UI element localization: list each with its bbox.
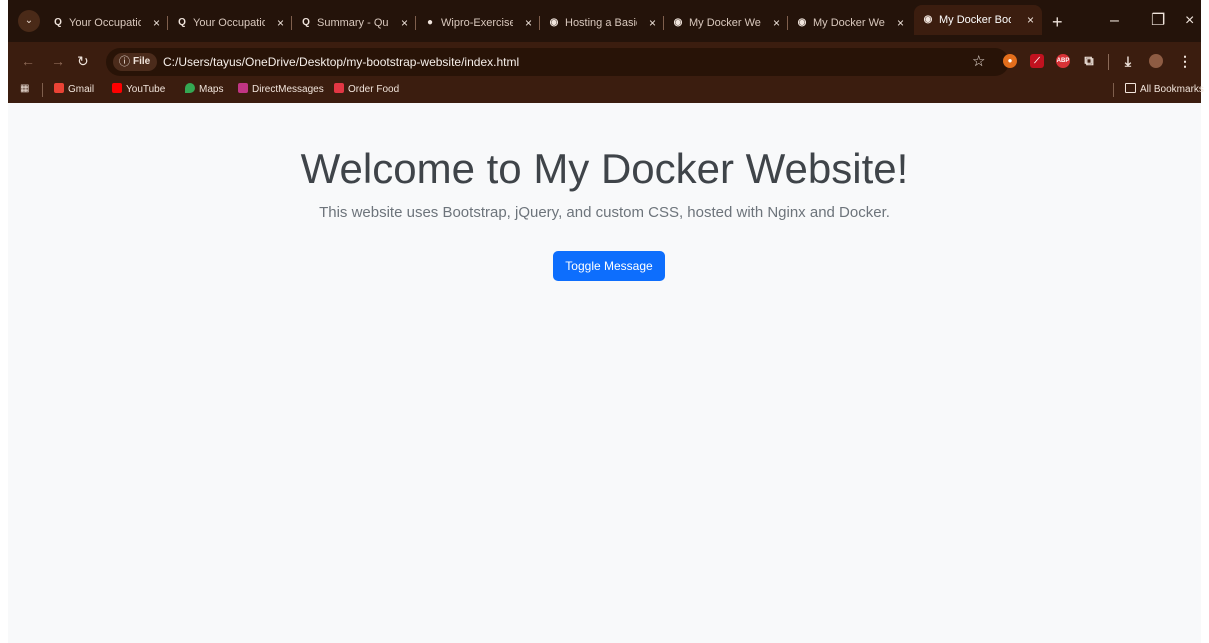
tab-title: My Docker Boot [939,14,1011,26]
download-icon[interactable]: ⤓ [1121,54,1135,68]
bookmark-label: Maps [199,84,224,95]
bookmark-separator [42,83,43,97]
info-icon: ⓘ [119,56,130,68]
tab-close-icon[interactable]: × [401,11,408,35]
close-window-icon[interactable]: × [1185,13,1194,29]
globe-icon: ◉ [549,17,559,28]
forward-arrow-icon[interactable]: → [51,53,65,69]
tab-search-chevron-down-icon[interactable]: ⌄ [18,10,40,32]
folder-icon [1125,83,1136,93]
extensions-puzzle-icon[interactable]: ⧉ [1082,54,1096,68]
profile-avatar[interactable] [1149,54,1163,68]
address-bar[interactable]: ⓘ File C:/Users/tayus/OneDrive/Desktop/m… [106,48,1009,76]
tab-strip: ⌄ Q Your Occupation × Q Your Occupation … [8,0,1201,42]
page-subtitle: This website uses Bootstrap, jQuery, and… [319,204,890,221]
tab[interactable]: Q Your Occupation × [168,11,292,35]
tab-close-icon[interactable]: × [897,11,904,35]
toolbar-separator [1108,54,1109,70]
bookmark-order-food[interactable]: Order Food [334,80,399,100]
tab-title: Your Occupation [193,17,265,29]
tab-close-icon[interactable]: × [525,11,532,35]
tab-close-icon[interactable]: × [277,11,284,35]
tab[interactable]: Q Summary - Quiz × [292,11,416,35]
site-info-chip[interactable]: ⓘ File [113,53,157,71]
bookmark-directmessages[interactable]: DirectMessages [238,80,324,100]
maps-icon [185,83,195,93]
url-text[interactable]: C:/Users/tayus/OneDrive/Desktop/my-boots… [163,48,519,76]
extension-fox-icon[interactable]: ● [1003,54,1017,68]
tab[interactable]: ◉ My Docker Web × [788,11,912,35]
apps-grid-icon[interactable]: ▦ [20,82,34,96]
tab[interactable]: Q Your Occupation × [44,11,168,35]
minimize-icon[interactable]: – [1110,13,1119,29]
browser-window: ⌄ Q Your Occupation × Q Your Occupation … [0,0,1209,643]
tab-title: My Docker Web [813,17,885,29]
restore-icon[interactable]: ❐ [1151,13,1165,29]
youtube-icon [112,83,122,93]
tab-title: Hosting a Basic W [565,17,637,29]
bookmarks-bar: ▦ Gmail YouTube Maps DirectMessages Orde… [8,80,1204,100]
tab-title: Wipro-Exercises [441,17,513,29]
bookmark-label: Order Food [348,84,400,95]
bookmark-star-icon[interactable]: ☆ [972,53,985,71]
extension-tool-icon[interactable]: ⟋ [1030,54,1044,68]
tab[interactable]: ◉ My Docker Web × [664,11,788,35]
tab-title: Your Occupation [69,17,141,29]
instagram-icon [238,83,248,93]
globe-icon: ◉ [673,17,683,28]
tab-close-icon[interactable]: × [1027,5,1034,35]
tab-title: Summary - Quiz [317,17,389,29]
tab-title: My Docker Web [689,17,761,29]
file-scheme-label: File [133,56,151,67]
bookmark-label: Gmail [68,84,95,95]
all-bookmarks-label: All Bookmarks [1140,84,1204,95]
tab[interactable]: ◉ Hosting a Basic W × [540,11,664,35]
page-content: Welcome to My Docker Website! This websi… [8,103,1201,643]
bookmark-label: YouTube [126,84,166,95]
tab-active[interactable]: ◉ My Docker Boot × [914,5,1042,35]
order-food-icon [334,83,344,93]
reload-icon[interactable]: ↻ [77,53,89,69]
q-logo-icon: Q [178,17,186,28]
github-icon: ● [426,17,434,28]
globe-icon: ◉ [923,14,933,25]
tab[interactable]: ● Wipro-Exercises × [416,11,540,35]
bookmark-label: DirectMessages [252,84,324,95]
tab-close-icon[interactable]: × [773,11,780,35]
bookmark-maps[interactable]: Maps [185,80,223,100]
bookmark-youtube[interactable]: YouTube [112,80,165,100]
bookmark-gmail[interactable]: Gmail [54,80,94,100]
globe-icon: ◉ [797,17,807,28]
q-logo-icon: Q [302,17,310,28]
browser-toolbar: ← → ↻ ⓘ File C:/Users/tayus/OneDrive/Des… [8,48,1201,76]
q-logo-icon: Q [54,17,62,28]
toggle-message-button[interactable]: Toggle Message [553,251,665,281]
page-title: Welcome to My Docker Website! [300,145,909,192]
tab-close-icon[interactable]: × [649,11,656,35]
bookmark-separator [1113,83,1114,97]
browser-chrome: ⌄ Q Your Occupation × Q Your Occupation … [8,0,1204,103]
tab-close-icon[interactable]: × [153,11,160,35]
more-menu-icon[interactable]: ⋮ [1178,54,1192,68]
new-tab-button[interactable]: + [1052,13,1063,31]
extension-abp-icon[interactable]: ABP [1056,54,1070,68]
gmail-icon [54,83,64,93]
all-bookmarks-button[interactable]: All Bookmarks [1125,80,1204,100]
back-arrow-icon[interactable]: ← [21,53,35,69]
